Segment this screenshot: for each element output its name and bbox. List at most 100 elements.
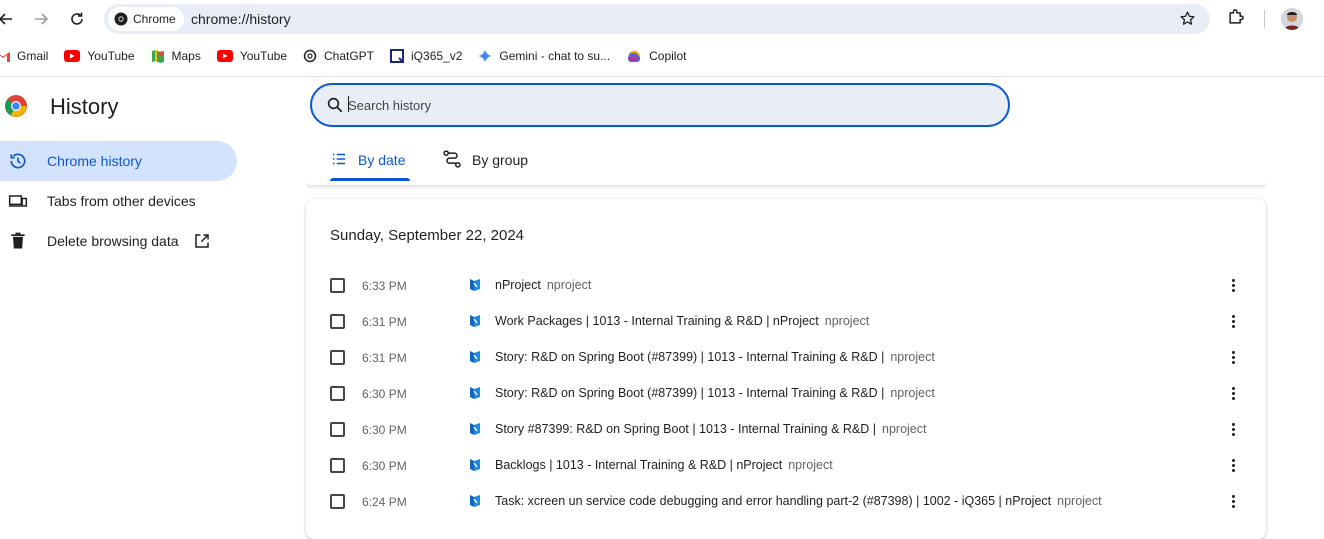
entry-domain: nproject	[890, 386, 935, 400]
bookmark-chatgpt[interactable]: ChatGPT	[303, 49, 374, 63]
gmail-icon	[0, 50, 10, 62]
visit-time: 6:31 PM	[362, 315, 407, 329]
entry-title: Task: xcreen un service code debugging a…	[495, 494, 1052, 508]
devices-icon	[8, 191, 28, 214]
history-entry-link[interactable]: Story: R&D on Spring Boot (#87399) | 101…	[495, 350, 935, 364]
back-button[interactable]	[0, 7, 18, 31]
more-actions-button[interactable]	[1224, 420, 1242, 438]
history-entry-link[interactable]: Story: R&D on Spring Boot (#87399) | 101…	[495, 386, 935, 400]
star-icon	[1180, 11, 1195, 25]
history-row[interactable]: 6:30 PM Story #87399: R&D on Spring Boot…	[306, 411, 1266, 447]
bookmark-star-button[interactable]	[1179, 10, 1196, 32]
url-text[interactable]: chrome://history	[191, 11, 291, 27]
tab-bar-divider	[306, 181, 1266, 185]
history-row[interactable]: 6:24 PM Task: xcreen un service code deb…	[306, 483, 1266, 519]
sidebar-item-label: Tabs from other devices	[47, 193, 196, 209]
history-date-heading: Sunday, September 22, 2024	[330, 227, 525, 244]
bookmark-label: ChatGPT	[324, 49, 375, 63]
row-checkbox[interactable]	[330, 458, 345, 473]
entry-domain: nproject	[546, 278, 592, 292]
visit-time: 6:30 PM	[362, 459, 407, 473]
chrome-logo	[4, 94, 28, 123]
entry-domain: nproject	[824, 314, 870, 328]
nproject-favicon	[468, 421, 482, 442]
bookmark-iq365[interactable]: iQ365_v2	[390, 49, 462, 63]
maps-icon	[151, 50, 164, 63]
nproject-favicon	[468, 349, 482, 370]
bookmark-gmail[interactable]: Gmail	[0, 49, 48, 63]
sidebar-item-tabs-other-devices[interactable]: Tabs from other devices	[0, 181, 237, 221]
visit-time: 6:24 PM	[362, 495, 407, 509]
history-clock-icon	[8, 151, 28, 174]
nproject-favicon	[468, 385, 482, 406]
profile-avatar[interactable]	[1281, 8, 1303, 30]
row-checkbox[interactable]	[330, 314, 345, 329]
youtube-icon	[64, 50, 81, 62]
history-entry-link[interactable]: Work Packages | 1013 - Internal Training…	[495, 314, 869, 328]
more-actions-button[interactable]	[1224, 384, 1242, 402]
sidebar-item-chrome-history[interactable]: Chrome history	[0, 141, 237, 181]
youtube-icon	[216, 50, 233, 62]
tab-by-group[interactable]: By group	[442, 140, 528, 180]
browser-toolbar: Chrome chrome://history	[0, 0, 1324, 38]
bookmark-copilot[interactable]: Copilot	[626, 49, 686, 63]
forward-button[interactable]	[29, 7, 53, 31]
bookmark-label: YouTube	[87, 49, 135, 63]
address-bar[interactable]: Chrome chrome://history	[104, 4, 1210, 34]
arrow-left-icon	[0, 13, 12, 25]
entry-title: Story #87399: R&D on Spring Boot | 1013 …	[495, 422, 877, 436]
extensions-button[interactable]	[1226, 7, 1246, 32]
entry-domain: nproject	[890, 350, 935, 364]
row-checkbox[interactable]	[330, 350, 345, 365]
bookmark-label: Gmail	[17, 49, 49, 63]
more-actions-button[interactable]	[1224, 312, 1242, 330]
bookmark-maps[interactable]: Maps	[151, 49, 201, 63]
history-entry-link[interactable]: Task: xcreen un service code debugging a…	[495, 494, 1102, 508]
sidebar-item-label: Delete browsing data	[47, 233, 179, 249]
bookmark-gemini[interactable]: Gemini - chat to su...	[478, 49, 610, 63]
toolbar-separator	[1264, 10, 1265, 28]
gemini-icon	[478, 49, 493, 63]
history-row[interactable]: 6:31 PM Work Packages | 1013 - Internal …	[306, 303, 1266, 339]
history-row[interactable]: 6:30 PM Story: R&D on Spring Boot (#8739…	[306, 375, 1266, 411]
more-actions-button[interactable]	[1224, 348, 1242, 366]
row-checkbox[interactable]	[330, 422, 345, 437]
reload-icon	[71, 12, 83, 25]
row-checkbox[interactable]	[330, 386, 345, 401]
bookmark-label: Copilot	[649, 49, 687, 63]
entry-title: Backlogs | 1013 - Internal Training & R&…	[495, 458, 783, 472]
bookmark-label: iQ365_v2	[411, 49, 463, 63]
bookmarks-bar: Gmail YouTube Maps YouTube ChatGPT iQ365…	[0, 42, 1324, 70]
bookmark-youtube-2[interactable]: YouTube	[216, 49, 287, 63]
site-info-chip[interactable]: Chrome	[108, 7, 184, 31]
iq365-icon	[390, 49, 405, 63]
bookmark-youtube[interactable]: YouTube	[64, 49, 135, 63]
sidebar-item-delete-browsing-data[interactable]: Delete browsing data	[0, 221, 237, 261]
entry-title: Story: R&D on Spring Boot (#87399) | 101…	[495, 350, 885, 364]
nproject-favicon	[468, 493, 482, 514]
search-box[interactable]	[310, 83, 1010, 127]
history-row[interactable]: 6:33 PM nProject nproject	[306, 267, 1266, 303]
page-title: History	[50, 94, 119, 119]
reload-button[interactable]	[65, 7, 89, 31]
history-entry-link[interactable]: Story #87399: R&D on Spring Boot | 1013 …	[495, 422, 927, 436]
tab-by-date[interactable]: By date	[330, 140, 410, 181]
bookmark-label: Maps	[171, 49, 201, 63]
more-actions-button[interactable]	[1224, 276, 1242, 294]
history-row[interactable]: 6:31 PM Story: R&D on Spring Boot (#8739…	[306, 339, 1266, 375]
search-icon	[326, 96, 344, 119]
nproject-favicon	[468, 313, 482, 334]
history-entry-link[interactable]: nProject nproject	[495, 278, 591, 292]
more-actions-button[interactable]	[1224, 492, 1242, 510]
more-actions-button[interactable]	[1224, 456, 1242, 474]
entry-domain: nproject	[788, 458, 833, 472]
bookmark-label: Gemini - chat to su...	[499, 49, 611, 63]
text-caret	[348, 96, 349, 112]
row-checkbox[interactable]	[330, 494, 345, 509]
row-checkbox[interactable]	[330, 278, 345, 293]
history-entry-link[interactable]: Backlogs | 1013 - Internal Training & R&…	[495, 458, 833, 472]
route-icon	[442, 149, 462, 172]
history-row[interactable]: 6:30 PM Backlogs | 1013 - Internal Train…	[306, 447, 1266, 483]
visit-time: 6:33 PM	[362, 279, 407, 293]
search-input[interactable]	[348, 95, 948, 115]
